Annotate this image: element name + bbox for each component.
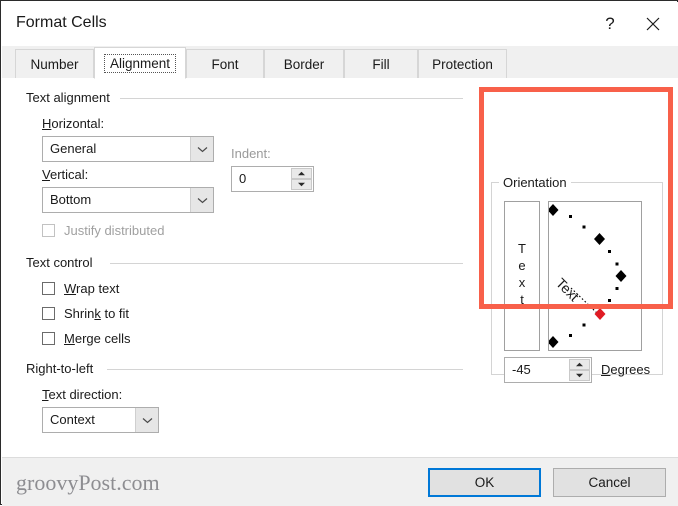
indent-decrement-button[interactable]	[291, 179, 312, 190]
close-button[interactable]	[630, 4, 676, 44]
tab-strip: Number Alignment Font Border Fill Protec…	[2, 46, 678, 79]
merge-cells-label: Merge cells	[64, 331, 131, 346]
degrees-value: -45	[512, 362, 531, 377]
format-cells-dialog: Format Cells ? Number Alignment Font Bor…	[0, 0, 678, 506]
vertical-text-option[interactable]: T e x t	[504, 201, 540, 351]
vertical-combobox[interactable]: Bottom	[42, 187, 214, 213]
tab-label: Fill	[372, 56, 390, 72]
tab-protection[interactable]: Protection	[418, 49, 507, 78]
title-bar: Format Cells ?	[2, 2, 678, 46]
degrees-increment-button[interactable]	[569, 359, 590, 370]
orientation-group: Orientation T e x t Text -45 Degrees	[491, 175, 663, 383]
tab-label: Font	[211, 56, 239, 72]
horizontal-combobox[interactable]: General	[42, 136, 214, 162]
chevron-down-icon[interactable]	[135, 408, 158, 432]
tab-label: Protection	[432, 56, 493, 72]
caret-up-icon	[576, 362, 583, 367]
horizontal-label: Horizontal:	[42, 116, 105, 131]
indent-spinner[interactable]: 0	[231, 166, 314, 192]
checkbox-box	[42, 282, 55, 295]
tab-label: Number	[30, 56, 79, 72]
watermark: groovyPost.com	[16, 470, 160, 495]
tab-font[interactable]: Font	[186, 49, 264, 78]
help-button[interactable]: ?	[590, 4, 630, 44]
spinner-buttons	[291, 168, 312, 190]
orientation-group-label: Orientation	[499, 175, 571, 190]
shrink-to-fit-label: Shrink to fit	[64, 306, 130, 321]
dial-text-label: Text	[553, 275, 583, 305]
vertical-text-preview: T e x t	[518, 241, 526, 307]
tab-number[interactable]: Number	[15, 49, 94, 78]
ok-button[interactable]: OK	[428, 468, 541, 497]
horizontal-value: General	[50, 141, 97, 156]
cancel-button[interactable]: Cancel	[553, 468, 666, 497]
orientation-dial[interactable]: Text	[548, 201, 642, 351]
degrees-label: Degrees	[601, 362, 651, 377]
tab-fill[interactable]: Fill	[344, 49, 418, 78]
text-control-group-label: Text control	[26, 255, 98, 270]
caret-down-icon	[576, 373, 583, 378]
indent-label: Indent:	[231, 146, 271, 161]
shrink-to-fit-checkbox[interactable]: Shrink to fit	[42, 306, 129, 321]
caret-down-icon	[298, 182, 305, 187]
cancel-button-label: Cancel	[588, 475, 631, 490]
caret-up-icon	[298, 171, 305, 176]
checkbox-box	[42, 224, 55, 237]
right-to-left-group-label: Right-to-left	[26, 361, 99, 376]
justify-distributed-label: Justify distributed	[64, 223, 165, 238]
tab-border[interactable]: Border	[264, 49, 344, 78]
chevron-down-icon[interactable]	[190, 137, 213, 161]
close-icon	[646, 17, 660, 31]
degrees-decrement-button[interactable]	[569, 370, 590, 381]
tab-label: Border	[283, 56, 325, 72]
dialog-footer: groovyPost.com OK Cancel	[2, 457, 678, 506]
chevron-down-icon[interactable]	[190, 188, 213, 212]
wrap-text-label: Wrap text	[64, 281, 120, 296]
justify-distributed-checkbox[interactable]: Justify distributed	[42, 223, 164, 238]
vertical-label: Vertical:	[42, 167, 89, 182]
indent-value: 0	[239, 171, 247, 186]
wrap-text-checkbox[interactable]: Wrap text	[42, 281, 119, 296]
text-direction-value: Context	[50, 412, 95, 427]
ok-button-label: OK	[474, 475, 495, 490]
question-mark-icon: ?	[605, 14, 615, 33]
text-direction-combobox[interactable]: Context	[42, 407, 159, 433]
dialog-title: Format Cells	[16, 14, 107, 31]
tab-label: Alignment	[103, 53, 177, 73]
text-direction-label: Text direction:	[42, 387, 123, 402]
indent-increment-button[interactable]	[291, 168, 312, 179]
degrees-spinner[interactable]: -45	[504, 357, 592, 383]
text-alignment-group-label: Text alignment	[26, 90, 115, 105]
tab-alignment[interactable]: Alignment	[94, 47, 186, 79]
checkbox-box	[42, 332, 55, 345]
checkbox-box	[42, 307, 55, 320]
svg-text:Text: Text	[553, 275, 583, 305]
vertical-value: Bottom	[50, 192, 92, 207]
group-divider	[107, 369, 463, 370]
merge-cells-checkbox[interactable]: Merge cells	[42, 331, 130, 346]
group-divider	[110, 263, 463, 264]
alignment-panel: Text alignment Horizontal: General Verti…	[2, 78, 678, 457]
group-divider	[120, 98, 463, 99]
spinner-buttons	[569, 359, 590, 381]
